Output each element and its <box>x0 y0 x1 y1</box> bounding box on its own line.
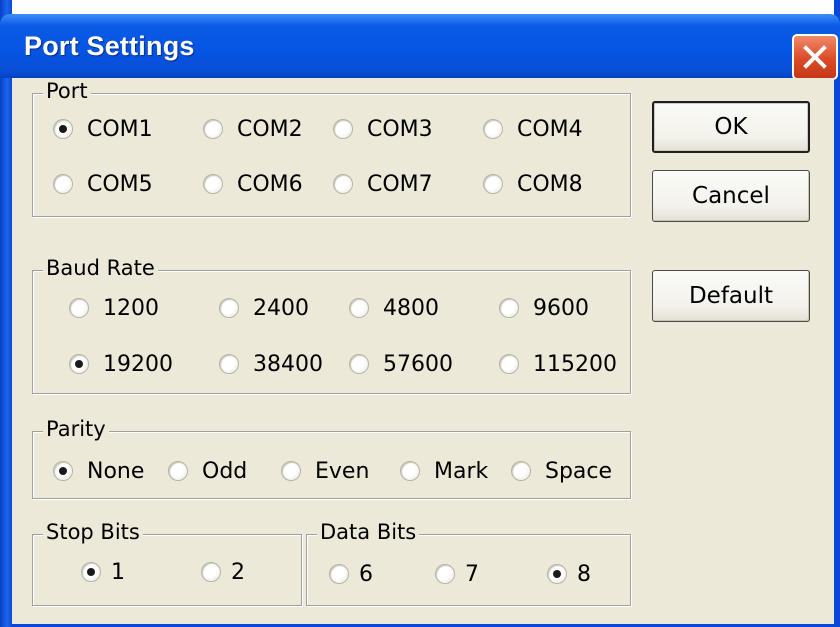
radio-label: 19200 <box>103 351 173 377</box>
radio-databits-6[interactable]: 6 <box>329 559 373 589</box>
radio-com6[interactable]: COM6 <box>203 169 303 199</box>
radio-label: Even <box>315 458 370 484</box>
radio-baud-4800[interactable]: 4800 <box>349 293 439 323</box>
window-frame-left <box>0 0 12 627</box>
baud-rate-group: Baud Rate 1200 2400 4800 9600 19200 3840… <box>32 255 631 394</box>
radio-label: COM7 <box>367 171 433 197</box>
radio-databits-8[interactable]: 8 <box>547 559 591 589</box>
radio-button[interactable] <box>349 354 369 374</box>
radio-label: 2 <box>231 559 245 585</box>
radio-label: COM3 <box>367 116 433 142</box>
radio-button-checked[interactable] <box>81 562 101 582</box>
radio-button[interactable] <box>435 564 455 584</box>
radio-label: COM5 <box>87 171 153 197</box>
radio-label: COM2 <box>237 116 303 142</box>
radio-button[interactable] <box>203 119 223 139</box>
radio-button-checked[interactable] <box>53 461 73 481</box>
radio-button[interactable] <box>499 354 519 374</box>
radio-button[interactable] <box>349 298 369 318</box>
radio-baud-2400[interactable]: 2400 <box>219 293 309 323</box>
radio-label: COM4 <box>517 116 583 142</box>
radio-label: None <box>87 458 145 484</box>
radio-parity-space[interactable]: Space <box>511 456 612 486</box>
radio-label: 6 <box>359 561 373 587</box>
radio-button[interactable] <box>400 461 420 481</box>
radio-parity-even[interactable]: Even <box>281 456 369 486</box>
radio-parity-odd[interactable]: Odd <box>168 456 247 486</box>
radio-databits-7[interactable]: 7 <box>435 559 479 589</box>
radio-stopbits-1[interactable]: 1 <box>81 557 125 587</box>
baud-rate-group-label: Baud Rate <box>43 255 158 281</box>
close-icon <box>803 45 827 69</box>
radio-label: 115200 <box>533 351 617 377</box>
cancel-button[interactable]: Cancel <box>652 170 810 222</box>
radio-button[interactable] <box>511 461 531 481</box>
radio-label: 57600 <box>383 351 453 377</box>
port-group: Port COM1 COM2 COM3 COM4 COM5 COM6 COM7 … <box>32 78 631 217</box>
radio-label: Mark <box>434 458 489 484</box>
radio-label: COM1 <box>87 116 153 142</box>
radio-button[interactable] <box>203 174 223 194</box>
radio-button[interactable] <box>333 119 353 139</box>
parity-group-label: Parity <box>43 416 109 442</box>
radio-label: 4800 <box>383 295 439 321</box>
radio-button[interactable] <box>168 461 188 481</box>
radio-baud-19200[interactable]: 19200 <box>69 349 173 379</box>
radio-button[interactable] <box>483 119 503 139</box>
radio-baud-38400[interactable]: 38400 <box>219 349 323 379</box>
radio-com1[interactable]: COM1 <box>53 114 153 144</box>
stop-bits-group: Stop Bits 1 2 <box>32 519 302 606</box>
radio-button[interactable] <box>53 174 73 194</box>
radio-stopbits-2[interactable]: 2 <box>201 557 245 587</box>
radio-button[interactable] <box>219 298 239 318</box>
radio-baud-1200[interactable]: 1200 <box>69 293 159 323</box>
radio-button[interactable] <box>329 564 349 584</box>
radio-button[interactable] <box>499 298 519 318</box>
parity-group: Parity None Odd Even Mark Space <box>32 416 631 499</box>
radio-button-checked[interactable] <box>69 354 89 374</box>
radio-button[interactable] <box>281 461 301 481</box>
radio-button[interactable] <box>201 562 221 582</box>
radio-com2[interactable]: COM2 <box>203 114 303 144</box>
data-bits-group-label: Data Bits <box>317 519 420 545</box>
radio-com3[interactable]: COM3 <box>333 114 433 144</box>
radio-button[interactable] <box>219 354 239 374</box>
radio-button-checked[interactable] <box>53 119 73 139</box>
radio-baud-115200[interactable]: 115200 <box>499 349 617 379</box>
radio-label: 1 <box>111 559 125 585</box>
radio-label: 38400 <box>253 351 323 377</box>
radio-label: Space <box>545 458 613 484</box>
radio-label: 1200 <box>103 295 159 321</box>
radio-com7[interactable]: COM7 <box>333 169 433 199</box>
radio-button[interactable] <box>333 174 353 194</box>
radio-label: 2400 <box>253 295 309 321</box>
window-title: Port Settings <box>24 31 195 61</box>
radio-com5[interactable]: COM5 <box>53 169 153 199</box>
radio-label: 7 <box>465 561 479 587</box>
radio-button[interactable] <box>483 174 503 194</box>
ok-button[interactable]: OK <box>652 101 810 153</box>
radio-parity-none[interactable]: None <box>53 456 144 486</box>
radio-baud-9600[interactable]: 9600 <box>499 293 589 323</box>
radio-label: 8 <box>577 561 591 587</box>
close-button[interactable] <box>792 34 838 80</box>
radio-com8[interactable]: COM8 <box>483 169 583 199</box>
radio-baud-57600[interactable]: 57600 <box>349 349 453 379</box>
radio-label: Odd <box>202 458 248 484</box>
data-bits-group: Data Bits 6 7 8 <box>306 519 631 606</box>
radio-label: COM6 <box>237 171 303 197</box>
port-settings-window: Port Settings Port COM1 COM2 COM3 COM4 C… <box>0 0 840 627</box>
stop-bits-group-label: Stop Bits <box>43 519 143 545</box>
radio-parity-mark[interactable]: Mark <box>400 456 488 486</box>
default-button[interactable]: Default <box>652 270 810 322</box>
radio-button[interactable] <box>69 298 89 318</box>
port-group-label: Port <box>43 78 91 104</box>
title-bar[interactable]: Port Settings <box>0 14 840 80</box>
radio-label: 9600 <box>533 295 589 321</box>
window-frame-right <box>834 0 840 627</box>
dialog-client-area: Port COM1 COM2 COM3 COM4 COM5 COM6 COM7 … <box>12 78 834 627</box>
radio-button-checked[interactable] <box>547 564 567 584</box>
radio-label: COM8 <box>517 171 583 197</box>
radio-com4[interactable]: COM4 <box>483 114 583 144</box>
